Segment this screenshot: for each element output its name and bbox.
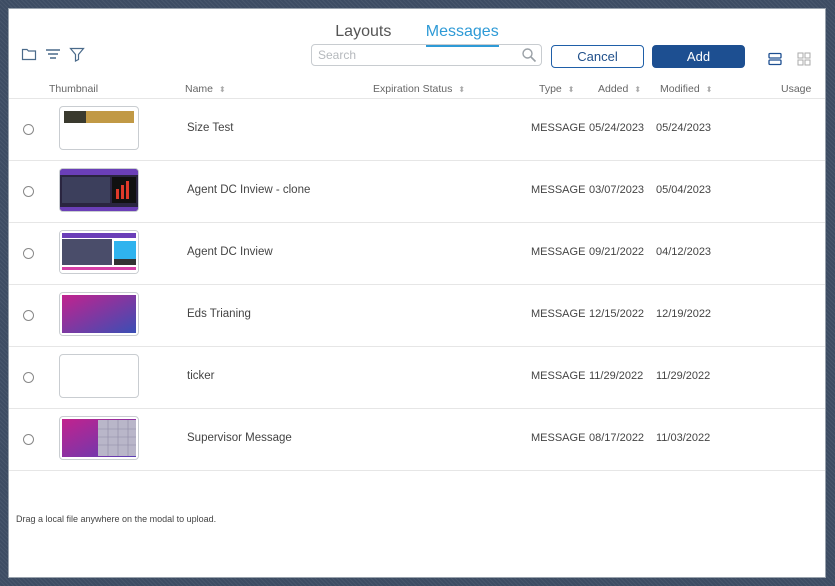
row-added: 08/17/2022 (589, 432, 645, 444)
sort-arrows-icon[interactable]: ⬍ (568, 85, 575, 94)
message-list: Size Test MESSAGE 05/24/2023 05/24/2023 (9, 99, 825, 471)
column-type[interactable]: Type ⬍ (539, 83, 574, 95)
sort-arrows-icon[interactable]: ⬍ (706, 85, 713, 94)
row-modified: 11/03/2022 (656, 432, 711, 444)
filter-icon[interactable] (69, 46, 85, 62)
column-name-label: Name (185, 83, 214, 95)
row-name: Supervisor Message (187, 432, 292, 444)
grid-view-icon[interactable] (797, 52, 811, 66)
sort-arrows-icon[interactable]: ⬍ (634, 85, 641, 94)
search-input[interactable] (312, 45, 524, 65)
column-type-label: Type (539, 83, 562, 95)
column-expiration-status[interactable]: Expiration Status ⬍ (373, 83, 465, 95)
column-added-label: Added (598, 83, 629, 95)
column-added[interactable]: Added ⬍ (598, 83, 641, 95)
thumbnail (59, 230, 139, 274)
column-modified-label: Modified (660, 83, 700, 95)
table-header: Thumbnail Name ⬍ Expiration Status ⬍ Type ⬍… (9, 81, 825, 99)
column-modified[interactable]: Modified ⬍ (660, 83, 712, 95)
row-name: Agent DC Inview (187, 246, 273, 258)
row-select-radio[interactable] (23, 434, 34, 445)
row-name: Eds Trianing (187, 308, 251, 320)
message-picker-modal: Layouts Messages Cancel Add Thumbnail N (8, 8, 826, 578)
tab-layouts[interactable]: Layouts (335, 23, 391, 45)
sort-icon[interactable] (45, 46, 61, 62)
row-select-radio[interactable] (23, 372, 34, 383)
thumbnail (59, 292, 139, 336)
list-view-icon[interactable] (768, 52, 782, 66)
row-type: MESSAGE (531, 308, 586, 320)
table-row[interactable]: Agent DC Inview - clone MESSAGE 03/07/20… (9, 161, 825, 223)
row-type: MESSAGE (531, 122, 586, 134)
row-modified: 12/19/2022 (656, 308, 712, 320)
thumbnail-image (62, 295, 136, 333)
table-row[interactable]: Size Test MESSAGE 05/24/2023 05/24/2023 (9, 99, 825, 161)
toolbar-icons (21, 46, 85, 62)
column-name[interactable]: Name ⬍ (185, 83, 226, 95)
upload-hint: Drag a local file anywhere on the modal … (16, 514, 217, 524)
thumbnail (59, 416, 139, 460)
row-name: ticker (187, 370, 215, 382)
sort-arrows-icon[interactable]: ⬍ (458, 85, 465, 94)
thumbnail (59, 168, 139, 212)
thumbnail-image (62, 419, 136, 457)
folder-icon[interactable] (21, 46, 37, 62)
add-button[interactable]: Add (652, 45, 745, 68)
row-type: MESSAGE (531, 370, 586, 382)
cancel-button[interactable]: Cancel (551, 45, 644, 68)
row-select-radio[interactable] (23, 124, 34, 135)
row-modified: 11/29/2022 (656, 370, 711, 382)
column-usage: Usage (781, 83, 812, 95)
row-modified: 05/24/2023 (656, 122, 712, 134)
row-select-radio[interactable] (23, 186, 34, 197)
thumbnail-image (64, 111, 134, 123)
row-added: 05/24/2023 (589, 122, 645, 134)
row-name: Agent DC Inview - clone (187, 184, 311, 196)
thumbnail-image (60, 169, 138, 211)
row-type: MESSAGE (531, 184, 586, 196)
row-added: 03/07/2023 (589, 184, 645, 196)
search-box (311, 44, 542, 66)
table-row[interactable]: Supervisor Message MESSAGE 08/17/2022 11… (9, 409, 825, 471)
row-modified: 04/12/2023 (656, 246, 712, 258)
table-row[interactable]: Agent DC Inview MESSAGE 09/21/2022 04/12… (9, 223, 825, 285)
row-select-radio[interactable] (23, 248, 34, 259)
row-type: MESSAGE (531, 246, 586, 258)
search-icon[interactable] (521, 47, 537, 63)
row-modified: 05/04/2023 (656, 184, 712, 196)
row-added: 11/29/2022 (589, 370, 644, 382)
row-name: Size Test (187, 122, 234, 134)
thumbnail-image (60, 231, 138, 273)
row-type: MESSAGE (531, 432, 586, 444)
row-select-radio[interactable] (23, 310, 34, 321)
thumbnail (59, 106, 139, 150)
thumbnail (59, 354, 139, 398)
sort-arrows-icon[interactable]: ⬍ (219, 85, 226, 94)
table-row[interactable]: Eds Trianing MESSAGE 12/15/2022 12/19/20… (9, 285, 825, 347)
table-row[interactable]: ticker MESSAGE 11/29/2022 11/29/2022 (9, 347, 825, 409)
row-added: 12/15/2022 (589, 308, 645, 320)
column-thumbnail: Thumbnail (49, 83, 99, 95)
row-added: 09/21/2022 (589, 246, 645, 258)
column-expiration-label: Expiration Status (373, 83, 453, 95)
